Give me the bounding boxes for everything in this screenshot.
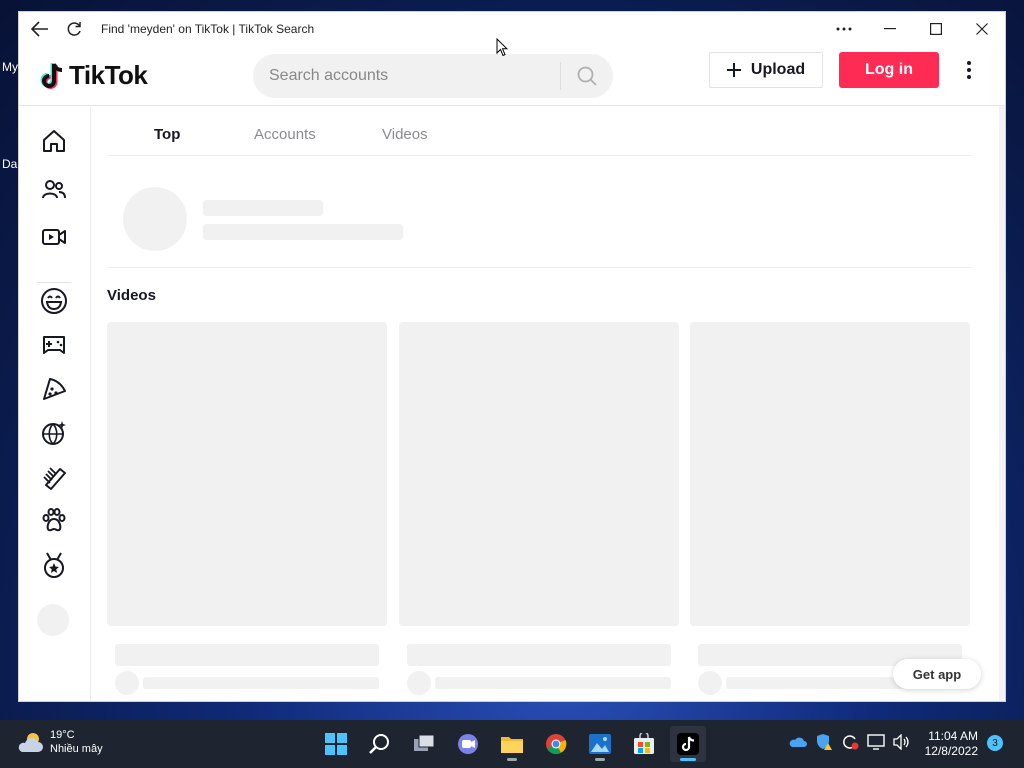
skeleton-author-avatar <box>115 671 139 695</box>
clock-date: 12/8/2022 <box>924 744 978 758</box>
sidebar-divider <box>37 282 71 283</box>
sports-icon[interactable] <box>39 550 69 580</box>
upload-label: Upload <box>750 61 806 78</box>
skeleton-line <box>203 200 323 216</box>
running-indicator <box>680 758 696 761</box>
skeleton-author-line <box>435 677 671 689</box>
mouse-cursor-icon <box>496 38 508 57</box>
notification-badge[interactable]: 3 <box>987 735 1003 751</box>
search-bar <box>253 54 613 98</box>
back-icon[interactable] <box>23 12 57 46</box>
desktop-icon-label[interactable]: My <box>2 60 18 74</box>
dance-icon[interactable] <box>39 418 69 448</box>
cloudy-weather-icon <box>18 733 43 752</box>
system-tray <box>788 732 912 752</box>
app-window: Find 'meyden' on TikTok | TikTok Search <box>18 11 1006 702</box>
skeleton-avatar <box>123 187 187 251</box>
comedy-icon[interactable] <box>39 286 69 316</box>
clock-time: 11:04 AM <box>928 729 978 743</box>
login-button[interactable]: Log in <box>839 52 939 88</box>
search-tabs: Top Accounts Videos <box>107 106 971 156</box>
following-icon[interactable] <box>39 174 69 204</box>
store-icon[interactable] <box>626 726 662 762</box>
minimize-icon[interactable] <box>867 12 913 46</box>
window-controls <box>821 12 1005 46</box>
tiktok-logo[interactable]: TikTok <box>39 60 148 91</box>
video-card-skeleton <box>399 322 679 626</box>
tab-videos[interactable]: Videos <box>382 126 428 143</box>
search-icon[interactable] <box>561 54 613 98</box>
live-icon[interactable] <box>39 222 69 252</box>
onedrive-icon[interactable] <box>788 732 808 752</box>
skeleton-line <box>203 224 403 240</box>
skeleton-caption <box>407 644 671 666</box>
logo-text: TikTok <box>69 60 148 90</box>
maximize-icon[interactable] <box>913 12 959 46</box>
weather-desc: Nhiều mây <box>50 743 103 755</box>
gaming-icon[interactable] <box>39 330 69 360</box>
home-icon[interactable] <box>39 126 69 156</box>
security-warning-icon[interactable] <box>814 732 834 752</box>
running-indicator <box>507 758 517 761</box>
taskbar-apps <box>318 726 706 762</box>
window-title: Find 'meyden' on TikTok | TikTok Search <box>101 22 315 36</box>
desktop-icon-label[interactable]: Da <box>2 157 17 171</box>
account-skeleton-row <box>107 156 971 268</box>
file-explorer-icon[interactable] <box>494 726 530 762</box>
video-card-skeleton <box>690 322 970 626</box>
weather-temp: 19°C <box>50 729 75 741</box>
tab-top[interactable]: Top <box>154 126 180 143</box>
tab-accounts[interactable]: Accounts <box>254 126 316 143</box>
upload-button[interactable]: Upload <box>709 52 823 88</box>
tiktok-app-icon[interactable] <box>670 726 706 762</box>
animals-icon[interactable] <box>39 506 69 536</box>
running-indicator <box>595 758 605 761</box>
sidebar <box>19 106 91 701</box>
start-icon[interactable] <box>318 726 354 762</box>
videos-section-title: Videos <box>107 287 156 304</box>
sync-error-icon[interactable] <box>840 732 860 752</box>
skeleton-author-avatar <box>698 671 722 695</box>
avatar-placeholder[interactable] <box>37 604 69 636</box>
task-view-icon[interactable] <box>406 726 442 762</box>
skeleton-caption <box>115 644 379 666</box>
skeleton-author-avatar <box>407 671 431 695</box>
plus-icon <box>726 63 741 77</box>
skeleton-author-line <box>143 677 379 689</box>
get-app-button[interactable]: Get app <box>893 659 981 689</box>
app-header: TikTok Upload Log in <box>19 46 1005 106</box>
vertical-more-icon[interactable] <box>957 56 981 84</box>
more-options-icon[interactable] <box>821 12 867 46</box>
chrome-icon[interactable] <box>538 726 574 762</box>
search-icon[interactable] <box>362 726 398 762</box>
main-content: Top Accounts Videos Videos <box>107 106 971 701</box>
scrollbar[interactable] <box>999 106 1005 701</box>
photos-icon[interactable] <box>582 726 618 762</box>
beauty-icon[interactable] <box>39 462 69 492</box>
close-icon[interactable] <box>959 12 1005 46</box>
skeleton-author-line <box>726 677 906 689</box>
tiktok-logo-icon <box>40 62 63 89</box>
video-card-skeleton <box>107 322 387 626</box>
search-input[interactable] <box>253 54 560 98</box>
refresh-icon[interactable] <box>57 12 91 46</box>
taskbar: 19°C Nhiều mây 11:04 AM 12/8/2022 3 <box>0 720 1024 768</box>
title-bar: Find 'meyden' on TikTok | TikTok Search <box>19 12 1005 46</box>
display-icon[interactable] <box>866 732 886 752</box>
weather-widget[interactable]: 19°C Nhiều mây <box>16 728 103 756</box>
food-icon[interactable] <box>39 374 69 404</box>
teams-chat-icon[interactable] <box>450 726 486 762</box>
volume-icon[interactable] <box>892 732 912 752</box>
clock[interactable]: 11:04 AM 12/8/2022 <box>918 729 978 759</box>
